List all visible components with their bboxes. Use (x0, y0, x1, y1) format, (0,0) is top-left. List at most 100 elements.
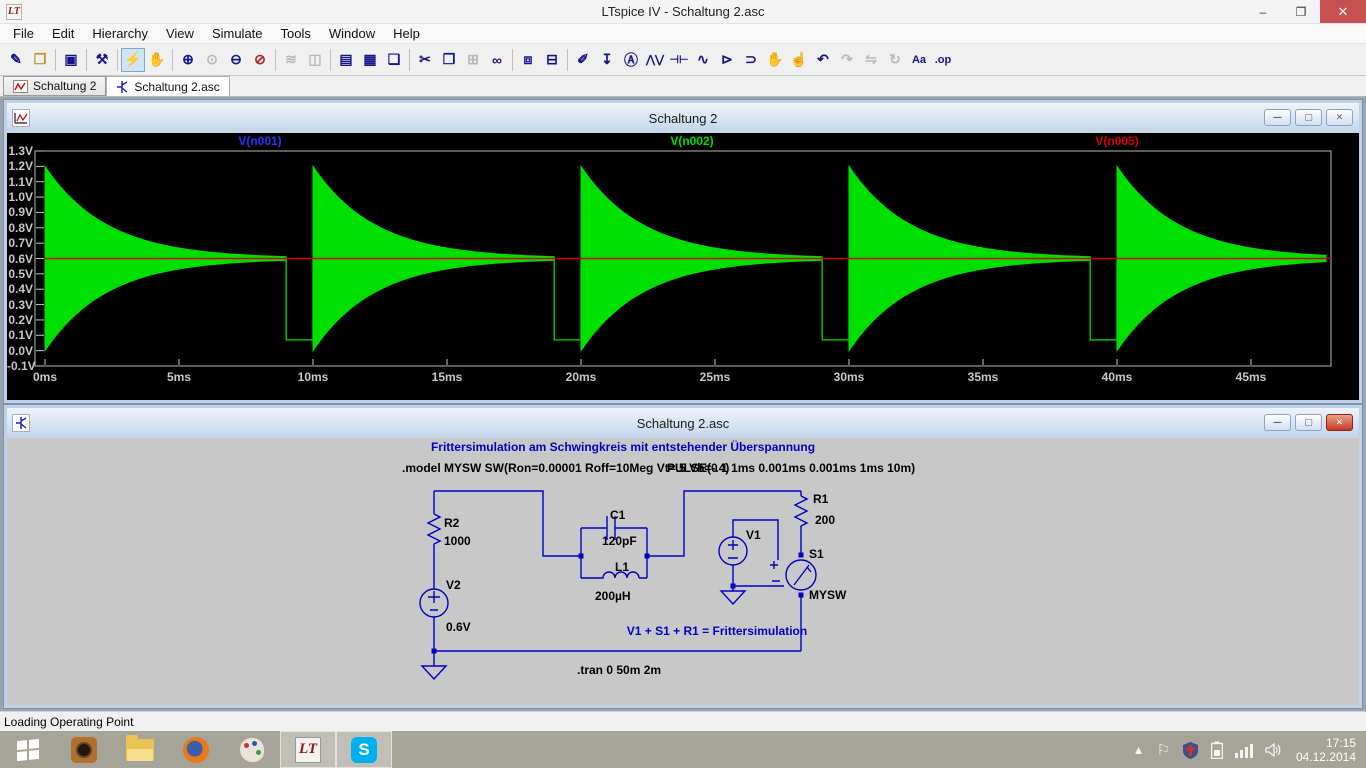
taskbar-paint[interactable] (224, 731, 280, 768)
halt-icon[interactable]: ✋ (145, 48, 169, 72)
waveform-plot-area[interactable]: 1.3V1.2V1.1V1.0V0.9V0.8V0.7V0.6V0.5V0.4V… (7, 133, 1359, 400)
c1-designator-label[interactable]: C1 (610, 508, 626, 522)
resistor-icon[interactable]: ⋀⋁ (643, 48, 667, 72)
r1-designator-label[interactable]: R1 (813, 492, 829, 506)
copy-icon[interactable]: ❒ (437, 48, 461, 72)
r2-designator-label[interactable]: R2 (444, 516, 460, 530)
diode-icon[interactable]: ⊳ (715, 48, 739, 72)
tab-waveform[interactable]: Schaltung 2 (3, 76, 106, 96)
cut-icon[interactable]: ✂ (413, 48, 437, 72)
print-preview-icon[interactable]: ⧈ (516, 48, 540, 72)
capacitor-icon[interactable]: ⊣⊢ (667, 48, 691, 72)
zoom-back-icon[interactable]: ⊙ (200, 48, 224, 72)
s1-model-label[interactable]: MYSW (809, 588, 847, 602)
hidden-icons-chevron[interactable]: ▲ (1133, 743, 1145, 757)
tile-horizontally-icon[interactable]: ▤ (334, 48, 358, 72)
minimize-button[interactable]: – (1244, 0, 1282, 23)
open-icon[interactable]: ❐ (28, 48, 52, 72)
legend-vn002[interactable]: V(n002) (670, 134, 713, 148)
zoom-full-extents-icon[interactable]: ⊘ (248, 48, 272, 72)
find-icon[interactable]: ∞ (485, 48, 509, 72)
trace-v-n002-step[interactable] (286, 259, 313, 340)
rotate-icon[interactable]: ↻ (883, 48, 907, 72)
mirror-icon[interactable]: ⇋ (859, 48, 883, 72)
text-icon[interactable]: Aa (907, 48, 931, 72)
taskbar-file-explorer[interactable] (112, 731, 168, 768)
spice-directive-icon[interactable]: .op (931, 48, 955, 72)
trace-v-n002-step[interactable] (1090, 259, 1117, 340)
pan-icon[interactable]: ◫ (303, 48, 327, 72)
ground-icon[interactable]: ↧ (595, 48, 619, 72)
menu-tools[interactable]: Tools (272, 24, 320, 43)
move-icon[interactable]: ✋ (763, 48, 787, 72)
tab-schematic[interactable]: Schaltung 2.asc (106, 76, 229, 96)
schematic-drawing[interactable]: Frittersimulation am Schwingkreis mit en… (7, 438, 1357, 705)
s1-designator-label[interactable]: S1 (809, 547, 824, 561)
paste-icon[interactable]: ⊞ (461, 48, 485, 72)
schematic-canvas[interactable]: Frittersimulation am Schwingkreis mit en… (7, 438, 1359, 705)
taskbar-audio-player[interactable] (56, 731, 112, 768)
network-signal-icon[interactable] (1235, 742, 1253, 758)
new-schematic-icon[interactable]: ✎ (4, 48, 28, 72)
tran-directive[interactable]: .tran 0 50m 2m (577, 663, 661, 677)
cascade-windows-icon[interactable]: ❏ (382, 48, 406, 72)
trace-v-n002-step[interactable] (822, 259, 849, 340)
zoom-in-icon[interactable]: ⊕ (176, 48, 200, 72)
trace-v-n002-step[interactable] (554, 259, 581, 340)
redo-icon[interactable]: ↷ (835, 48, 859, 72)
menu-edit[interactable]: Edit (43, 24, 83, 43)
waveform-close-button[interactable]: ✕ (1326, 109, 1353, 126)
l1-designator-label[interactable]: L1 (615, 560, 629, 574)
menu-hierarchy[interactable]: Hierarchy (83, 24, 157, 43)
v2-designator-label[interactable]: V2 (446, 578, 461, 592)
taskbar-firefox[interactable] (168, 731, 224, 768)
menu-window[interactable]: Window (320, 24, 384, 43)
taskbar-skype[interactable]: S (336, 731, 392, 768)
taskbar-ltspice[interactable]: LT (280, 731, 336, 768)
restore-button[interactable]: ❐ (1282, 0, 1320, 23)
waveform-plot[interactable] (7, 133, 1357, 400)
l1-value-label[interactable]: 200µH (595, 589, 631, 603)
zoom-out-icon[interactable]: ⊖ (224, 48, 248, 72)
close-button[interactable]: ✕ (1320, 0, 1366, 23)
taskbar-clock[interactable]: 17:15 04.12.2014 (1296, 736, 1356, 764)
control-panel-icon[interactable]: ⚒ (90, 48, 114, 72)
print-icon[interactable]: ⊟ (540, 48, 564, 72)
drag-icon[interactable]: ☝ (787, 48, 811, 72)
volume-icon[interactable] (1265, 742, 1284, 758)
tile-vertically-icon[interactable]: ▦ (358, 48, 382, 72)
legend-vn001[interactable]: V(n001) (238, 134, 281, 148)
inductor-icon[interactable]: ∿ (691, 48, 715, 72)
schematic-close-button[interactable]: ✕ (1326, 414, 1353, 431)
action-center-flag-icon[interactable]: ⚐ (1156, 741, 1169, 759)
menu-file[interactable]: File (4, 24, 43, 43)
r2-value-label[interactable]: 1000 (444, 534, 471, 548)
c1-value-label[interactable]: 120pF (602, 534, 637, 548)
waveform-restore-button[interactable]: ▢ (1295, 109, 1322, 126)
menu-help[interactable]: Help (384, 24, 429, 43)
run-icon[interactable]: ⚡ (121, 48, 145, 72)
waveform-window-title-bar[interactable]: Schaltung 2 — ▢ ✕ (7, 103, 1359, 133)
v2-value-label[interactable]: 0.6V (446, 620, 471, 634)
v1-designator-label[interactable]: V1 (746, 528, 761, 542)
schematic-comment-note[interactable]: V1 + S1 + R1 = Frittersimulation (627, 624, 807, 638)
undo-icon[interactable]: ↶ (811, 48, 835, 72)
waveform-minimize-button[interactable]: — (1264, 109, 1291, 126)
schematic-restore-button[interactable]: ▢ (1295, 414, 1322, 431)
r1-value-label[interactable]: 200 (815, 513, 835, 527)
schematic-comment-title[interactable]: Frittersimulation am Schwingkreis mit en… (431, 439, 815, 454)
label-net-icon[interactable]: Ⓐ (619, 48, 643, 72)
wire-icon[interactable]: ✐ (571, 48, 595, 72)
component-icon[interactable]: ⊃ (739, 48, 763, 72)
legend-vn005[interactable]: V(n005) (1095, 134, 1138, 148)
battery-icon[interactable] (1211, 741, 1223, 759)
pulse-directive[interactable]: PULSE(0 1 1ms 0.001ms 0.001ms 1ms 10m) (667, 461, 915, 475)
schematic-minimize-button[interactable]: — (1264, 414, 1291, 431)
menu-view[interactable]: View (157, 24, 203, 43)
autorange-y-axis-icon[interactable]: ≋ (279, 48, 303, 72)
start-button[interactable] (0, 731, 56, 768)
schematic-window-title-bar[interactable]: Schaltung 2.asc — ▢ ✕ (7, 408, 1359, 438)
main-title-bar[interactable]: LT LTspice IV - Schaltung 2.asc – ❐ ✕ (0, 0, 1366, 24)
save-icon[interactable]: ▣ (59, 48, 83, 72)
menu-simulate[interactable]: Simulate (203, 24, 272, 43)
